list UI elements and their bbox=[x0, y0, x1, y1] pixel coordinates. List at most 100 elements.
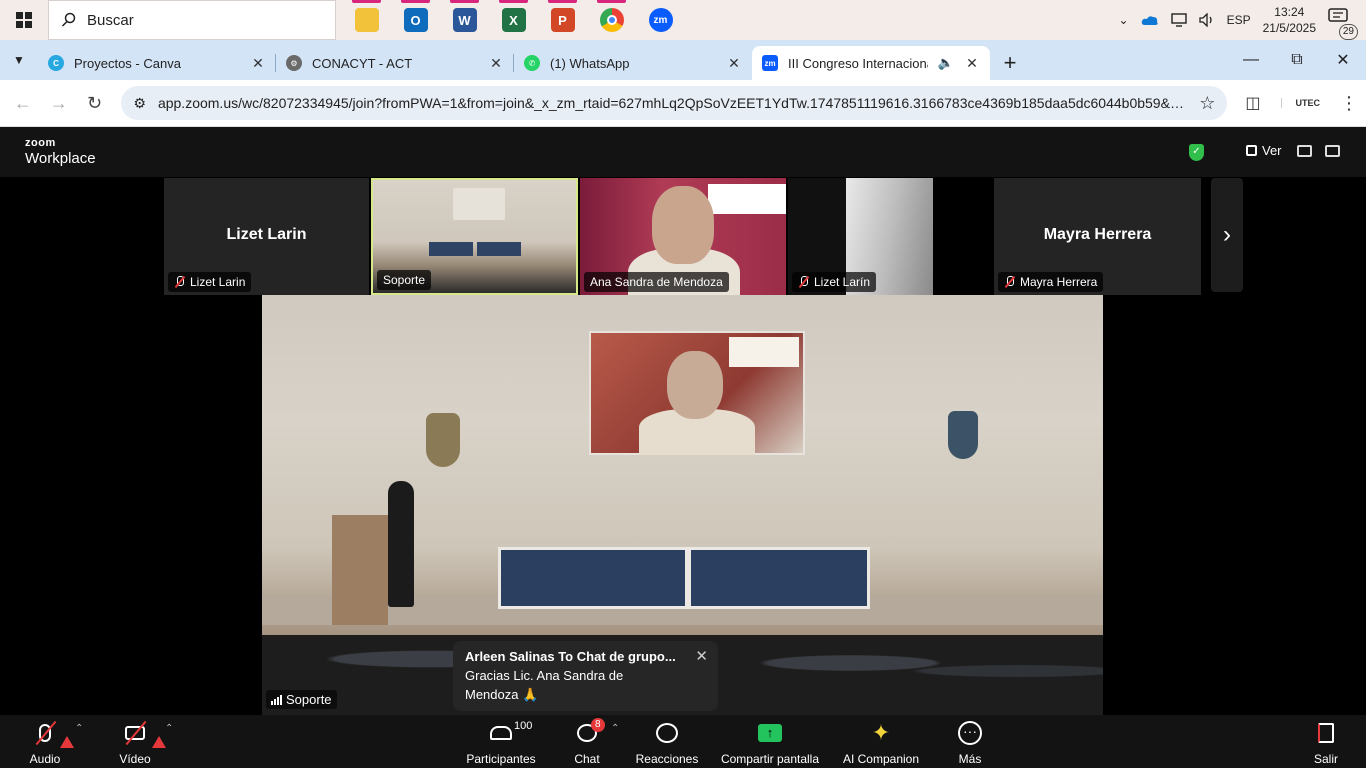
warning-icon bbox=[152, 736, 166, 748]
reactions-heart-icon bbox=[656, 723, 678, 743]
chat-notification[interactable]: Arleen Salinas To Chat de grupo... Graci… bbox=[453, 641, 718, 711]
more-button[interactable]: ··· Más bbox=[952, 718, 988, 766]
video-label: Vídeo bbox=[119, 752, 151, 766]
language-indicator[interactable]: ESP bbox=[1227, 13, 1251, 27]
close-icon[interactable]: ✕ bbox=[695, 647, 708, 665]
participant-label-text: Mayra Herrera bbox=[1020, 275, 1098, 289]
desk bbox=[688, 547, 870, 609]
fullscreen-icon[interactable] bbox=[1325, 145, 1340, 157]
tab-whatsapp[interactable]: ✆ (1) WhatsApp ✕ bbox=[514, 46, 752, 80]
reactions-label: Reacciones bbox=[635, 752, 699, 766]
participants-button[interactable]: 100 Participantes bbox=[462, 718, 540, 766]
participant-tile[interactable]: Lizet Larín bbox=[788, 178, 933, 295]
audio-options-caret[interactable]: ⌃ bbox=[75, 723, 83, 734]
clock[interactable]: 13:24 21/5/2025 bbox=[1263, 4, 1316, 36]
shield-check-icon[interactable]: ✓ bbox=[1189, 144, 1204, 161]
reload-button[interactable]: ↻ bbox=[80, 88, 110, 118]
view-button[interactable]: Ver bbox=[1246, 143, 1282, 158]
video-options-caret[interactable]: ⌃ bbox=[165, 723, 173, 734]
view-label: Ver bbox=[1262, 143, 1282, 158]
chevron-up-icon[interactable]: ⌄ bbox=[1119, 13, 1129, 27]
toolbar-right: ◫ UTEC ⋮ bbox=[1245, 93, 1358, 114]
powerpoint-icon: P bbox=[550, 8, 575, 32]
share-screen-button[interactable]: ↑ Compartir pantalla bbox=[718, 718, 822, 766]
chrome-icon bbox=[599, 8, 624, 32]
crest-emblem bbox=[948, 411, 978, 459]
browser-tab-strip: ▼ C Proyectos - Canva ✕ ⚙ CONACYT - ACT … bbox=[0, 40, 1366, 80]
participant-label-text: Soporte bbox=[383, 273, 426, 287]
windows-logo-icon bbox=[16, 12, 32, 28]
back-button[interactable]: ← bbox=[8, 88, 38, 118]
notification-center[interactable]: 29 bbox=[1328, 8, 1358, 40]
reactions-button[interactable]: Reacciones bbox=[634, 718, 700, 766]
chat-sender: Arleen Salinas To Chat de grupo... bbox=[465, 649, 676, 664]
close-tab-icon[interactable]: ✕ bbox=[250, 55, 266, 72]
main-speaker-label: Soporte bbox=[266, 690, 337, 709]
participants-icon bbox=[490, 726, 512, 740]
tab-zoom-congreso[interactable]: zm III Congreso Internacional P 🔈 ✕ bbox=[752, 46, 990, 80]
participant-tile[interactable]: Soporte bbox=[371, 178, 578, 295]
close-tab-icon[interactable]: ✕ bbox=[488, 55, 504, 72]
pinned-apps: O W X P zm bbox=[342, 0, 685, 40]
chat-button[interactable]: 8 Chat bbox=[570, 718, 605, 766]
tab-canva[interactable]: C Proyectos - Canva ✕ bbox=[38, 46, 276, 80]
audio-button[interactable]: Audio bbox=[26, 718, 74, 766]
participant-name: Lizet Larin bbox=[226, 226, 307, 243]
network-icon[interactable] bbox=[1170, 13, 1187, 27]
mic-muted-icon bbox=[174, 276, 186, 288]
word-app[interactable]: W bbox=[440, 0, 489, 40]
chevron-down-icon: ▼ bbox=[13, 53, 25, 67]
chat-label: Chat bbox=[574, 752, 600, 766]
restore-icon[interactable]: ⧉ bbox=[1274, 51, 1320, 69]
start-button[interactable] bbox=[0, 0, 48, 40]
leave-button[interactable]: Salir bbox=[1308, 718, 1344, 766]
kebab-menu-icon[interactable]: ⋮ bbox=[1340, 93, 1358, 114]
address-bar[interactable]: ⚙ app.zoom.us/wc/82072334945/join?fromPW… bbox=[121, 86, 1228, 120]
windows-taskbar: O W X P zm ⌄ ESP 13:24 21/5/2025 29 bbox=[0, 0, 1366, 40]
outlook-app[interactable]: O bbox=[391, 0, 440, 40]
participant-tile[interactable]: Lizet Larin Lizet Larin bbox=[164, 178, 369, 295]
excel-app[interactable]: X bbox=[489, 0, 538, 40]
participant-tile[interactable]: Mayra Herrera Mayra Herrera bbox=[994, 178, 1201, 295]
video-button[interactable]: Vídeo bbox=[114, 718, 166, 766]
speaker-figure bbox=[388, 481, 414, 607]
site-settings-icon[interactable]: ⚙ bbox=[133, 95, 146, 112]
extensions-puzzle-icon[interactable]: ◫ bbox=[1245, 93, 1260, 113]
ai-label: AI Companion bbox=[842, 752, 920, 766]
file-explorer-app[interactable] bbox=[342, 0, 391, 40]
gear-favicon-icon: ⚙ bbox=[286, 55, 302, 71]
plus-icon: + bbox=[1003, 50, 1017, 75]
close-tab-icon[interactable]: ✕ bbox=[726, 55, 742, 72]
reload-icon: ↻ bbox=[86, 92, 103, 113]
url-text[interactable]: app.zoom.us/wc/82072334945/join?fromPWA=… bbox=[158, 95, 1187, 111]
taskbar-search-input[interactable] bbox=[87, 11, 307, 29]
outlook-icon: O bbox=[403, 8, 428, 32]
onedrive-icon[interactable] bbox=[1141, 14, 1159, 26]
bookmark-star-icon[interactable]: ☆ bbox=[1199, 93, 1215, 114]
share-screen-icon: ↑ bbox=[758, 724, 782, 742]
powerpoint-app[interactable]: P bbox=[538, 0, 587, 40]
utec-extension[interactable]: UTEC bbox=[1280, 98, 1320, 108]
search-icon bbox=[61, 12, 76, 27]
tab-conacyt[interactable]: ⚙ CONACYT - ACT ✕ bbox=[276, 46, 514, 80]
zoom-workplace-logo: zoom Workplace bbox=[25, 136, 96, 166]
next-page-button[interactable]: › bbox=[1211, 178, 1243, 292]
new-tab-button[interactable]: + bbox=[990, 46, 1030, 80]
participant-label: Lizet Larin bbox=[168, 272, 252, 292]
minimize-icon[interactable]: — bbox=[1228, 51, 1274, 69]
close-window-icon[interactable]: ✕ bbox=[1320, 50, 1366, 70]
zoom-favicon-icon: zm bbox=[762, 55, 778, 71]
tab-search-button[interactable]: ▼ bbox=[0, 40, 38, 80]
taskbar-search[interactable] bbox=[48, 0, 336, 40]
ai-companion-button[interactable]: ✦ AI Companion bbox=[840, 718, 922, 767]
volume-icon[interactable] bbox=[1198, 13, 1215, 27]
pip-icon[interactable] bbox=[1297, 145, 1312, 157]
chat-options-caret[interactable]: ⌃ bbox=[611, 723, 619, 734]
speaker-icon[interactable]: 🔈 bbox=[938, 55, 954, 71]
zoom-app[interactable]: zm bbox=[636, 0, 685, 40]
forward-button[interactable]: → bbox=[44, 88, 74, 118]
chrome-app[interactable] bbox=[587, 0, 636, 40]
participant-tile[interactable]: Ana Sandra de Mendoza bbox=[580, 178, 786, 295]
close-tab-icon[interactable]: ✕ bbox=[964, 55, 980, 72]
zoom-logo-bottom: Workplace bbox=[25, 150, 96, 167]
